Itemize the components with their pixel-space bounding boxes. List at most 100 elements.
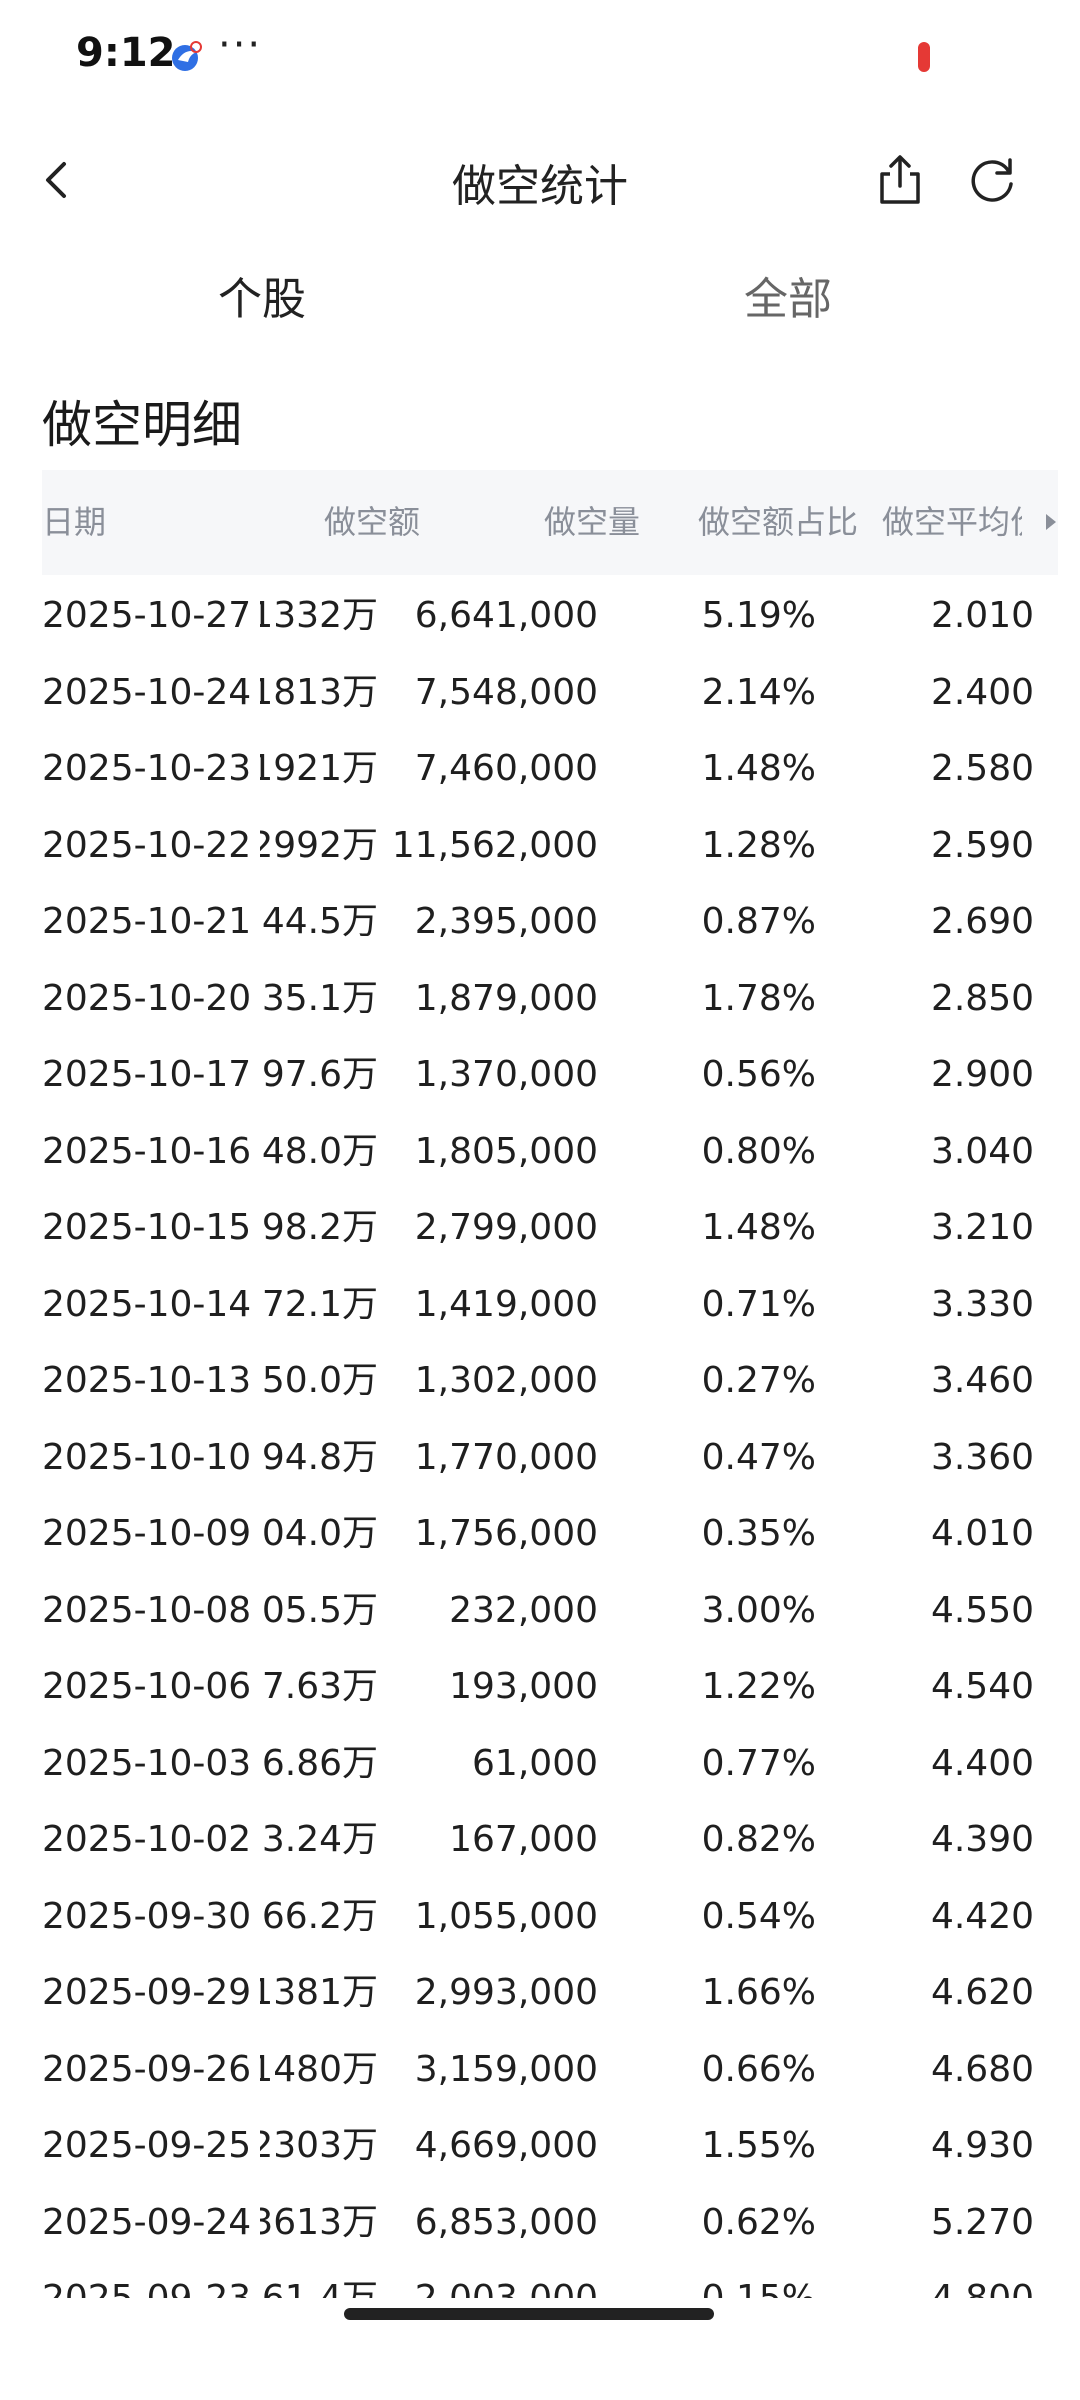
cell-date: 2025-10-14 xyxy=(42,1266,260,1343)
table-row[interactable]: 2025-09-23961.4万2,003,0000.15%4.800 xyxy=(0,2261,1080,2298)
cell-date: 2025-09-24 xyxy=(42,2184,260,2261)
tab-all[interactable]: 全部 xyxy=(744,270,832,330)
status-bar: 9:12 ··· xyxy=(0,0,1080,120)
cell-short-avg-price: 2.900 xyxy=(930,1054,1034,1095)
table-row[interactable]: 2025-10-09 704.0万 1,756,000 0.35% 4.010 xyxy=(0,1496,1080,1572)
table-row[interactable]: 2025-09-30 466.2万 1,055,000 0.54% 4.420 xyxy=(0,1878,1080,1955)
column-header-short-avg-price[interactable]: 做空平均价 xyxy=(842,470,1042,575)
cell-short-volume: 2,003,000 xyxy=(378,2261,598,2298)
cell-short-avg-price: 4.420 xyxy=(930,1895,1034,1937)
cell-short-volume: 11,562,000 xyxy=(391,824,598,866)
column-header-short-ratio[interactable]: 做空额占比 xyxy=(640,470,858,575)
table-row[interactable]: 2025-10-02 73.24万 167,000 0.82% 4.390 xyxy=(0,1802,1080,1878)
cell-short-ratio: 0.66% xyxy=(701,2048,816,2090)
cell-date: 2025-10-20 xyxy=(42,960,260,1037)
cell-short-avg-price: 4.010 xyxy=(930,1513,1034,1554)
cell-short-volume: 2,395,000 xyxy=(414,901,598,942)
cell-short-ratio: 3.00% xyxy=(701,1589,816,1631)
cell-date: 2025-10-16 xyxy=(42,1113,260,1190)
cell-short-avg-price: 2.590 xyxy=(930,824,1034,866)
cell-short-volume: 1,879,000 xyxy=(414,977,598,1019)
battery-indicator-icon xyxy=(918,42,930,72)
cell-short-avg-price: 3.040 xyxy=(930,1130,1034,1172)
cell-short-ratio: 0.80% xyxy=(701,1130,816,1172)
cell-short-ratio: 0.56% xyxy=(701,1054,816,1095)
table-row[interactable]: 2025-10-10 594.8万 1,770,000 0.47% 3.360 xyxy=(0,1419,1080,1496)
cell-short-ratio: 5.19% xyxy=(701,595,816,636)
cell-short-volume: 1,805,000 xyxy=(414,1130,598,1172)
cell-short-volume: 4,669,000 xyxy=(414,2125,598,2166)
table-row[interactable]: 2025-09-24 3613万 6,853,000 0.62% 5.270 xyxy=(0,2184,1080,2261)
table-row[interactable]: 2025-10-16 548.0万 1,805,000 0.80% 3.040 xyxy=(0,1113,1080,1190)
tab-individual-stock[interactable]: 个股 xyxy=(218,270,306,330)
cell-date: 2025-10-03 xyxy=(42,1725,260,1802)
table-row[interactable]: 2025-10-03 26.86万 61,000 0.77% 4.400 xyxy=(0,1725,1080,1802)
table-row[interactable]: 2025-10-22 2992万 11,562,000 1.28% 2.590 xyxy=(0,807,1080,884)
cell-short-volume: 1,756,000 xyxy=(414,1513,598,1554)
cell-date: 2025-10-24 xyxy=(42,654,260,731)
table-row[interactable]: 2025-09-26 1480万 3,159,000 0.66% 4.680 xyxy=(0,2031,1080,2108)
cell-short-volume: 232,000 xyxy=(449,1589,598,1631)
cell-short-avg-price: 4.930 xyxy=(930,2125,1034,2166)
cell-short-avg-price: 5.270 xyxy=(930,2201,1034,2243)
table-row[interactable]: 2025-10-27 1332万 6,641,000 5.19% 2.010 xyxy=(0,578,1080,654)
cell-short-avg-price: 3.330 xyxy=(930,1283,1034,1325)
cell-short-volume: 2,993,000 xyxy=(414,1972,598,2013)
cell-short-ratio: 0.82% xyxy=(701,1819,816,1860)
table-row[interactable]: 2025-10-06 87.63万 193,000 1.22% 4.540 xyxy=(0,1649,1080,1725)
cell-short-avg-price: 2.850 xyxy=(930,977,1034,1019)
cell-short-volume: 7,548,000 xyxy=(414,671,598,713)
column-header-short-avg-price-label: 做空平均价 xyxy=(882,503,1022,541)
cell-date: 2025-10-02 xyxy=(42,1802,260,1878)
table-row[interactable]: 2025-10-15 898.2万 2,799,000 1.48% 3.210 xyxy=(0,1190,1080,1266)
section-title: 做空明细 xyxy=(42,396,242,454)
cell-date: 2025-09-23 xyxy=(42,2261,260,2298)
table-row[interactable]: 2025-10-14 472.1万 1,419,000 0.71% 3.330 xyxy=(0,1266,1080,1343)
cell-short-volume: 6,641,000 xyxy=(414,595,598,636)
table-header: 日期 做空额 做空量 做空额占比 做空平均价 xyxy=(42,470,1058,575)
cell-date: 2025-09-30 xyxy=(42,1878,260,1955)
table-body[interactable]: 2025-10-27 1332万 6,641,000 5.19% 2.010 2025-1… xyxy=(0,578,1080,2298)
table-row[interactable]: 2025-10-17 397.6万 1,370,000 0.56% 2.900 xyxy=(0,1037,1080,1113)
home-indicator[interactable] xyxy=(344,2308,714,2320)
cell-short-ratio: 0.77% xyxy=(701,1742,816,1784)
cell-date: 2025-10-15 xyxy=(42,1190,260,1266)
cell-short-avg-price: 2.010 xyxy=(930,595,1034,636)
cell-date: 2025-10-10 xyxy=(42,1419,260,1496)
table-row[interactable]: 2025-10-13 450.0万 1,302,000 0.27% 3.460 xyxy=(0,1343,1080,1419)
column-header-short-amount[interactable]: 做空额 xyxy=(242,470,420,575)
table-row[interactable]: 2025-09-25 2303万 4,669,000 1.55% 4.930 xyxy=(0,2108,1080,2184)
share-icon[interactable] xyxy=(870,150,930,210)
cell-short-ratio: 1.22% xyxy=(701,1666,816,1707)
table-row[interactable]: 2025-10-21 644.5万 2,395,000 0.87% 2.690 xyxy=(0,884,1080,960)
cell-short-avg-price: 3.210 xyxy=(930,1207,1034,1248)
table-row[interactable]: 2025-09-29 1381万 2,993,000 1.66% 4.620 xyxy=(0,1955,1080,2031)
cell-date: 2025-10-13 xyxy=(42,1343,260,1419)
nav-bar: 做空统计 xyxy=(0,120,1080,240)
scroll-right-icon[interactable] xyxy=(1042,470,1062,575)
cell-date: 2025-09-29 xyxy=(42,1955,260,2031)
cell-short-ratio: 2.14% xyxy=(701,671,816,713)
cell-short-volume: 1,419,000 xyxy=(414,1283,598,1325)
column-header-date[interactable]: 日期 xyxy=(42,470,242,575)
cell-short-volume: 193,000 xyxy=(449,1666,598,1707)
cell-short-avg-price: 2.580 xyxy=(930,748,1034,789)
cell-short-ratio: 0.15% xyxy=(598,2261,816,2298)
table-row[interactable]: 2025-10-23 1921万 7,460,000 1.48% 2.580 xyxy=(0,731,1080,807)
cell-short-avg-price: 3.460 xyxy=(930,1360,1034,1401)
cell-short-ratio: 1.48% xyxy=(701,1207,816,1248)
cell-short-avg-price: 4.620 xyxy=(930,1972,1034,2013)
column-header-short-volume[interactable]: 做空量 xyxy=(420,470,640,575)
cell-short-ratio: 0.54% xyxy=(701,1895,816,1937)
table-row[interactable]: 2025-10-08 105.5万 232,000 3.00% 4.550 xyxy=(0,1572,1080,1649)
cell-short-ratio: 1.78% xyxy=(701,977,816,1019)
cell-short-ratio: 0.71% xyxy=(701,1283,816,1325)
cell-short-ratio: 0.87% xyxy=(701,901,816,942)
refresh-icon[interactable] xyxy=(962,150,1022,210)
cell-short-ratio: 1.28% xyxy=(701,824,816,866)
cell-short-volume: 1,370,000 xyxy=(414,1054,598,1095)
table-row[interactable]: 2025-10-20 535.1万 1,879,000 1.78% 2.850 xyxy=(0,960,1080,1037)
table-row[interactable]: 2025-10-24 1813万 7,548,000 2.14% 2.400 xyxy=(0,654,1080,731)
cell-short-volume: 1,770,000 xyxy=(414,1436,598,1478)
status-more-icon: ··· xyxy=(218,22,263,68)
